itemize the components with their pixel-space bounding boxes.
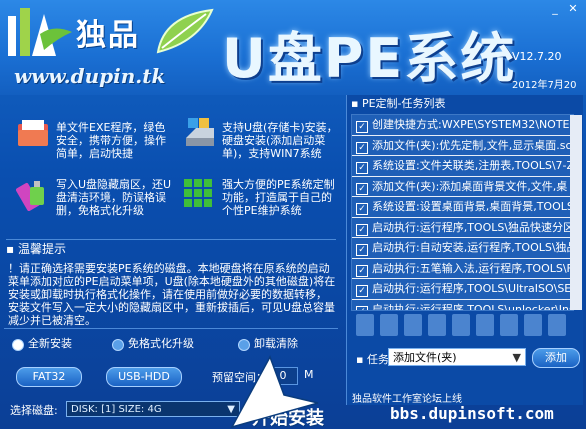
chevron-down-icon[interactable]: ▼ (513, 349, 521, 367)
checkbox-icon[interactable]: ✓ (356, 223, 368, 236)
delete-icon[interactable] (404, 314, 422, 336)
app-title: U盘PE系统 (222, 27, 517, 90)
task-list[interactable]: ✓ 创建快捷方式:WXPE\SYSTEM32\NOTEPAD. ✓ 添加文件(夹):… (351, 114, 574, 311)
task-text: 启动执行:运行程序,TOOLS\UltraISO\SETUP (372, 282, 573, 295)
feature-text-3: 写入U盘隐藏扇区，还U盘清洁环境，防误格误删，免格式化升级 (56, 178, 172, 217)
task-select[interactable]: 添加文件(夹) ▼ (388, 348, 526, 366)
brand-name: 独品 (76, 18, 140, 53)
logo-mark-icon (8, 8, 72, 56)
cursor-arrow-icon (230, 355, 319, 429)
task-row[interactable]: ✓ 系统设置:文件关联类,注册表,TOOLS\7-ZIP (352, 156, 573, 177)
task-text: 创建快捷方式:WXPE\SYSTEM32\NOTEPAD. (372, 118, 573, 131)
task-list-scrollbar[interactable] (570, 115, 582, 310)
task-text: 添加文件(夹):优先定制,文件,显示桌面.scf, (372, 138, 573, 152)
usb-hdd-button[interactable]: USB-HDD (106, 367, 182, 387)
disk-label: 选择磁盘: (10, 404, 58, 417)
task-row[interactable]: ✓ 启动执行:运行程序,TOOLS\unlocker\Install. (352, 299, 573, 311)
task-row[interactable]: ✓ 启动执行:运行程序,TOOLS\独品快速分区 V (352, 217, 573, 238)
task-toolbar (352, 314, 582, 338)
minimize-icon[interactable]: _ (548, 2, 562, 16)
task-row[interactable]: ✓ 启动执行:自动安装,运行程序,TOOLS\独品 (352, 238, 573, 259)
radio-fresh-install[interactable] (12, 339, 24, 351)
move-up-icon[interactable] (476, 314, 494, 336)
task-text: 启动执行:五笔输入法,运行程序,TOOLS\FR (372, 261, 573, 275)
feature-text-1: 单文件EXE程序，绿色安全，携带方便，操作简单，启动快捷 (56, 121, 166, 160)
checkbox-icon[interactable]: ✓ (356, 141, 368, 154)
task-row[interactable]: ✓ 添加文件(夹):优先定制,文件,显示桌面.scf, (352, 135, 573, 156)
hard-drive-icon (186, 118, 214, 146)
checkbox-icon[interactable]: ✓ (356, 121, 368, 133)
radio-no-format-upgrade[interactable] (112, 339, 124, 351)
task-row[interactable]: ✓ 启动执行:运行程序,TOOLS\UltraISO\SETUP (352, 279, 573, 300)
logo: 独品 www.dupin.tk (4, 4, 219, 89)
clear-icon[interactable] (428, 314, 446, 336)
feature-text-2: 支持U盘(存储卡)安装，硬盘安装(添加启动菜单)，支持WIN7系统 (222, 121, 338, 160)
forum-notice: 独品软件工作室论坛上线 (352, 394, 462, 405)
task-row[interactable]: ✓ 启动执行:五笔输入法,运行程序,TOOLS\FR (352, 258, 573, 279)
checkbox-icon[interactable]: ✓ (356, 162, 368, 174)
bbs-link[interactable]: bbs.dupinsoft.com (390, 404, 554, 423)
radio-label-uninstall[interactable]: 卸载清除 (254, 336, 298, 352)
fat32-button[interactable]: FAT32 (16, 367, 82, 387)
panel-bullet-icon: ▪ (351, 97, 362, 110)
disk-select[interactable]: DISK: [1] SIZE: 4G ▼ (66, 401, 240, 417)
checkbox-icon[interactable]: ✓ (356, 285, 368, 297)
disk-value: DISK: [1] SIZE: 4G (71, 404, 162, 415)
usb-icon (16, 181, 44, 211)
task-text: 启动执行:运行程序,TOOLS\独品快速分区 V (372, 220, 573, 234)
grid-icon (184, 179, 212, 207)
close-icon[interactable]: ✕ (566, 2, 580, 16)
radio-label-no-format-upgrade[interactable]: 免格式化升级 (128, 336, 194, 352)
notice-text: ！请正确选择需要安装PE系统的磁盘。本地硬盘将在原系统的启动菜单添加对应的PE启… (8, 262, 336, 327)
task-text: 启动执行:运行程序,TOOLS\unlocker\Install. (372, 302, 573, 311)
checkbox-icon[interactable]: ✓ (356, 203, 368, 215)
checkbox-icon[interactable]: ✓ (356, 264, 368, 277)
task-text: 系统设置:文件关联类,注册表,TOOLS\7-ZIP (372, 159, 573, 172)
new-task-icon[interactable] (356, 314, 374, 336)
app-window: 独品 www.dupin.tk U盘PE系统 V12.7.20 2012年7月2… (0, 0, 586, 429)
checkbox-icon[interactable]: ✓ (356, 182, 368, 195)
save-icon[interactable] (548, 314, 566, 336)
divider (4, 328, 338, 329)
checkbox-icon[interactable]: ✓ (356, 305, 368, 310)
move-top-icon[interactable] (452, 314, 470, 336)
task-row[interactable]: ✓ 添加文件(夹):添加桌面背景文件,文件,桌 (352, 176, 573, 197)
notice-bullet-icon: ▪ (6, 242, 18, 256)
task-select-value: 添加文件(夹) (393, 351, 457, 364)
task-row[interactable]: ✓ 创建快捷方式:WXPE\SYSTEM32\NOTEPAD. (352, 115, 573, 136)
add-task-button[interactable]: 添加 (532, 348, 580, 368)
task-row[interactable]: ✓ 系统设置:设置桌面背景,桌面背景,TOOLS\ (352, 197, 573, 218)
site-url: www.dupin.tk (14, 64, 166, 88)
task-bullet-icon: ▪ (356, 353, 367, 366)
install-mode-group: 全新安装 免格式化升级 卸载清除 (8, 336, 338, 352)
folder-icon (18, 120, 48, 146)
version-label: V12.7.20 (512, 50, 562, 63)
radio-label-fresh-install[interactable]: 全新安装 (28, 336, 72, 352)
leaf-icon (156, 8, 214, 54)
notice-title: 温馨提示 (17, 242, 66, 256)
move-down-icon[interactable] (500, 314, 518, 336)
radio-uninstall[interactable] (238, 339, 250, 351)
task-text: 启动执行:自动安装,运行程序,TOOLS\独品 (372, 241, 573, 254)
move-bottom-icon[interactable] (524, 314, 542, 336)
header-banner: 独品 www.dupin.tk U盘PE系统 V12.7.20 2012年7月2… (0, 0, 586, 106)
notice-heading: ▪ 温馨提示 (6, 239, 336, 258)
feature-text-4: 强大方便的PE系统定制功能，打造属于自己的个性PE维护系统 (222, 178, 335, 217)
task-text: 添加文件(夹):添加桌面背景文件,文件,桌 (372, 179, 568, 193)
checkbox-icon[interactable]: ✓ (356, 244, 368, 256)
panel-title-text: PE定制-任务列表 (361, 97, 446, 110)
panel-title: ▪ PE定制-任务列表 (351, 97, 446, 111)
task-text: 系统设置:设置桌面背景,桌面背景,TOOLS\ (372, 200, 573, 213)
open-icon[interactable] (380, 314, 398, 336)
